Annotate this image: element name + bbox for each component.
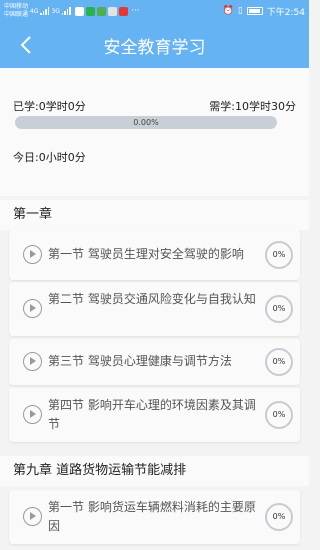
lesson-progress-circle: 0% (265, 401, 293, 429)
app-notification-icon (85, 6, 95, 16)
learned-hours: 已学:0学时0分 (13, 100, 86, 113)
play-icon (23, 405, 42, 424)
lesson-item[interactable]: 第四节 影响开车心理的环境因素及其调节 0% (9, 388, 300, 442)
lesson-progress-circle: 0% (265, 295, 293, 323)
lesson-title: 第二节 驾驶员交通风险变化与自我认知 (48, 292, 256, 306)
lesson-title: 第一节 影响货运车辆燃料消耗的主要原因 (48, 500, 256, 533)
chevron-left-icon (20, 36, 31, 54)
app-notification-icon (74, 6, 84, 16)
study-summary: 已学:0学时0分 需学:10学时30分 0.00% 今日:0小时0分 (0, 68, 309, 196)
progress-percent: 0.00% (133, 118, 159, 127)
chapter-header: 第一章 (0, 200, 309, 230)
today-hours: 今日:0小时0分 (13, 151, 86, 164)
overall-progress-bar: 0.00% (15, 116, 277, 129)
lesson-progress-circle: 0% (265, 348, 293, 376)
lesson-progress-circle: 0% (265, 241, 293, 269)
play-icon (23, 507, 42, 526)
lesson-item[interactable]: 第一节 驾驶员生理对安全驾驶的影响 0% (9, 230, 300, 280)
back-button[interactable] (12, 30, 40, 60)
required-hours: 需学:10学时30分 (209, 100, 296, 113)
signal-icon (40, 7, 50, 15)
app-notification-icon (107, 6, 117, 16)
lesson-title: 第一节 驾驶员生理对安全驾驶的影响 (48, 247, 244, 261)
lesson-progress-circle: 0% (265, 503, 293, 531)
signal-icon-2 (61, 7, 71, 15)
lesson-title: 第四节 影响开车心理的环境因素及其调节 (48, 398, 256, 431)
more-notifications-icon: ··· (130, 6, 140, 16)
lesson-item[interactable]: 第一节 影响货运车辆燃料消耗的主要原因 0% (9, 490, 300, 544)
clock-time: 下午2:54 (266, 7, 305, 18)
nav-bar: 安全教育学习 (0, 22, 309, 68)
network-type-1: 4G (30, 7, 39, 15)
alarm-icon: ⏰ (222, 6, 234, 16)
play-icon (23, 299, 42, 318)
app-notification-icon (118, 6, 128, 16)
carrier-2: 中国联通 (4, 11, 29, 18)
status-bar: 中国移动 中国联通 4G 3G ··· ⏰ ▯ 下午2:54 (0, 0, 309, 22)
app-notification-icon (96, 6, 106, 16)
page-title: 安全教育学习 (103, 37, 206, 58)
play-icon (23, 245, 42, 264)
carrier-info: 中国移动 中国联通 (4, 3, 28, 19)
lesson-item[interactable]: 第三节 驾驶员心理健康与调节方法 0% (9, 339, 300, 385)
play-icon (23, 352, 42, 371)
lesson-item[interactable]: 第二节 驾驶员交通风险变化与自我认知 0% (9, 282, 300, 336)
network-type-2: 3G (51, 7, 60, 15)
chapter-header: 第九章 道路货物运输节能减排 (0, 456, 309, 486)
battery-icon (246, 7, 263, 15)
lesson-title: 第三节 驾驶员心理健康与调节方法 (48, 354, 232, 368)
vibrate-icon: ▯ (237, 6, 243, 16)
carrier-1: 中国移动 (4, 3, 29, 10)
